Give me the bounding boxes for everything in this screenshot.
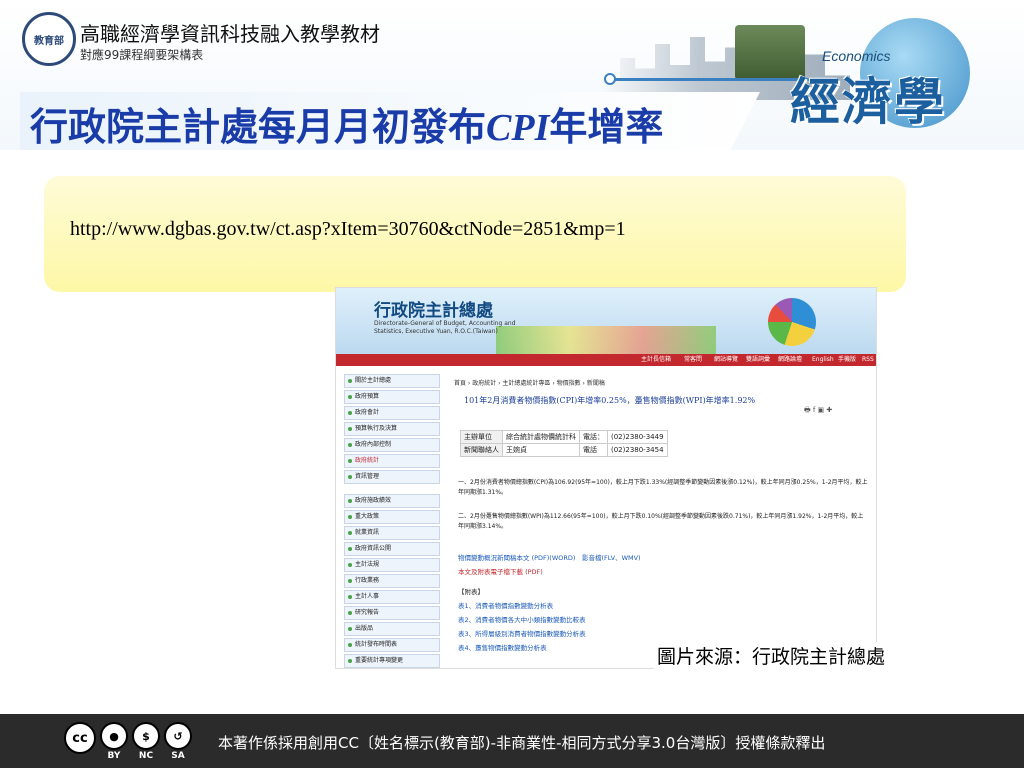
decorative-line [610, 78, 810, 81]
share-icons[interactable]: 🖶 f ▣ ✚ [804, 406, 832, 417]
ministry-of-education-logo: 教育部 [22, 12, 76, 66]
sidebar-item[interactable]: 就業資訊 [344, 526, 440, 540]
sidebar-item[interactable]: 出版品 [344, 622, 440, 636]
cpi-paragraph: 一、2月份消費者物價總指數(CPI)為106.92(95年=100)，較上月下跌… [458, 479, 868, 496]
source-url-link[interactable]: http://www.dgbas.gov.tw/ct.asp?xItem=307… [70, 218, 626, 241]
appendix-heading: 【附表】 [458, 588, 484, 596]
nav-item[interactable]: English [812, 354, 834, 366]
series-subtitle: 對應99課程綱要架構表 [80, 48, 204, 62]
contact-key: 電話 [579, 443, 608, 457]
nav-item[interactable]: 手機版 [838, 354, 856, 366]
economics-logo-text: 經濟學 [790, 73, 946, 131]
news-title: 101年2月消費者物價指數(CPI)年增率0.25%，躉售物價指數(WPI)年增… [464, 396, 756, 405]
decorative-dot [604, 73, 616, 85]
title-suffix: 年增率 [549, 104, 664, 149]
appendix-link[interactable]: 表3、所得層級別消費者物價指數變動分析表 [458, 628, 586, 638]
share-alike-icon: ↺ [164, 722, 192, 750]
site-banner: 行政院主計總處 Directorate-General of Budget, A… [336, 288, 876, 356]
license-text: 本著作係採用創用CC〔姓名標示(教育部)-非商業性-相同方式分享3.0台灣版〕授… [218, 734, 826, 752]
nav-item[interactable]: 網路論壇 [778, 354, 802, 366]
contact-table: 主辦單位 綜合統計處物價統計科 電話： (02)2380-3449 新聞聯絡人 … [460, 430, 668, 457]
no-dollar-icon: $ [132, 722, 160, 750]
image-source-caption: 圖片來源：行政院主計總處 [654, 642, 889, 669]
cc-label: SA [171, 751, 185, 761]
wpi-paragraph: 二、2月份躉售物價總指數(WPI)為112.66(95年=100)，較上月下跌0… [458, 513, 864, 530]
nav-item[interactable]: 網站導覽 [714, 354, 738, 366]
table-row: 新聞聯絡人 王婉貞 電話 (02)2380-3454 [460, 443, 668, 457]
sidebar-item[interactable]: 統計發布時間表 [344, 638, 440, 652]
appendix-link[interactable]: 表2、消費者物價各大中小類指數變動比較表 [458, 614, 586, 624]
table-row: 主辦單位 綜合統計處物價統計科 電話： (02)2380-3449 [460, 430, 668, 444]
cc-license-icons: cc ● BY $ NC ↺ SA [64, 722, 192, 762]
sidebar-item[interactable]: 主計人事 [344, 590, 440, 604]
sidebar-item[interactable]: 關於主計總處 [344, 374, 440, 388]
title-prefix: 行政院主計處每月月初發布 [30, 104, 487, 149]
title-cpi: CPI [486, 107, 550, 149]
download-link[interactable]: 本文及附表電子檔下載 (PDF) [458, 566, 543, 576]
nav-item[interactable]: 雙語詞彙 [746, 354, 770, 366]
sidebar-item[interactable]: 政府內部控制 [344, 438, 440, 452]
contact-value: (02)2380-3449 [607, 430, 668, 444]
sidebar-item[interactable]: 政府預算 [344, 390, 440, 404]
cc-by: ● BY [100, 722, 128, 761]
cc-icon: cc [64, 722, 96, 754]
sidebar-item[interactable]: 資訊管理 [344, 470, 440, 484]
sidebar-item[interactable]: 重要統計專項變更 [344, 654, 440, 668]
cc-nc: $ NC [132, 722, 160, 761]
breadcrumb[interactable]: 首頁 › 政府統計 › 主計總處統計專區 › 物價指數 › 新聞稿 [454, 378, 605, 387]
site-main-content: 首頁 › 政府統計 › 主計總處統計專區 › 物價指數 › 新聞稿 101年2月… [454, 374, 874, 664]
person-icon: ● [100, 722, 128, 750]
cc-label: NC [138, 751, 154, 761]
sidebar-item[interactable]: 預算執行及決算 [344, 422, 440, 436]
press-release-links[interactable]: 物價變動概況新聞稿本文 (PDF)(WORD) 影音檔(FLV、WMV) [458, 552, 641, 562]
sidebar-item[interactable]: 研究報告 [344, 606, 440, 620]
contact-key: 電話： [579, 430, 608, 444]
site-subtitle: Directorate-General of Budget, Accountin… [374, 320, 516, 335]
sidebar-item[interactable]: 政府資訊公開 [344, 542, 440, 556]
cc-sa: ↺ SA [164, 722, 192, 761]
sidebar-item[interactable]: 行政業務 [344, 574, 440, 588]
nav-item[interactable]: RSS [862, 354, 874, 366]
sidebar-item[interactable]: 政府會計 [344, 406, 440, 420]
logo-text: 教育部 [34, 35, 64, 47]
website-screenshot: 行政院主計總處 Directorate-General of Budget, A… [335, 287, 877, 669]
series-title: 高職經濟學資訊科技融入教學教材 [80, 22, 380, 46]
sidebar-item[interactable]: 重大政策 [344, 510, 440, 524]
cc-label: BY [107, 751, 121, 761]
contact-key: 新聞聯絡人 [460, 443, 503, 457]
nav-item[interactable]: 常客問 [684, 354, 702, 366]
sidebar-item[interactable]: 政府施政績效 [344, 494, 440, 508]
sidebar-item[interactable]: 主計法規 [344, 558, 440, 572]
slide-title: 行政院主計處每月月初發布CPI年增率 [30, 96, 663, 151]
appendix-link[interactable]: 表4、躉售物價指數變動分析表 [458, 642, 547, 652]
site-title: 行政院主計總處 [374, 301, 493, 321]
contact-value: 王婉貞 [502, 443, 580, 457]
pie-chart-icon [768, 298, 816, 346]
site-sidebar: 關於主計總處 政府預算 政府會計 預算執行及決算 政府內部控制 政府統計 資訊管… [344, 374, 440, 668]
contact-value: 綜合統計處物價統計科 [502, 430, 580, 444]
contact-value: (02)2380-3454 [607, 443, 668, 457]
contact-key: 主辦單位 [460, 430, 503, 444]
cc-logo: cc [64, 722, 96, 754]
site-top-nav: 主計長信箱 常客問 網站導覽 雙語詞彙 網路論壇 English 手機版 RSS [336, 354, 876, 366]
sidebar-item-active[interactable]: 政府統計 [344, 454, 440, 468]
appendix-link[interactable]: 表1、消費者物價指數變動分析表 [458, 600, 553, 610]
nav-item[interactable]: 主計長信箱 [641, 354, 671, 366]
